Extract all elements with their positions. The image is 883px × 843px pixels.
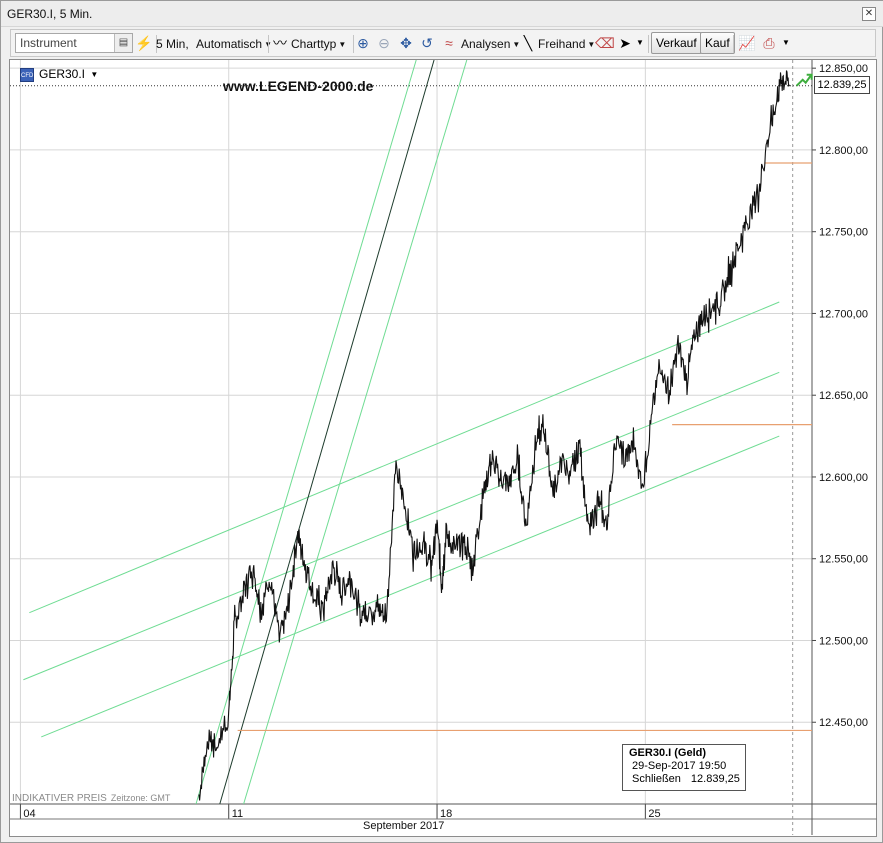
indicative-label: INDIKATIVER PREIS — [12, 793, 107, 804]
steep-green-line-b — [243, 60, 468, 804]
channel-lower-line — [41, 435, 780, 738]
channel-mid-line — [23, 371, 780, 681]
y-tick-label: 12.500,00 — [819, 635, 868, 647]
plot-layer — [23, 60, 812, 804]
cfd-icon: CFD — [20, 67, 34, 82]
chevron-down-icon: ▼ — [90, 69, 99, 79]
steep-trend-line — [219, 60, 435, 804]
y-tick-label: 12.600,00 — [819, 472, 868, 484]
symbol-selector[interactable]: CFD GER30.I ▼ — [20, 66, 98, 82]
x-tick-label: 18 — [440, 808, 452, 820]
trend-up-icon — [795, 75, 812, 87]
info-close-label: Schließen — [632, 773, 681, 785]
symbol-label: GER30.I — [39, 67, 86, 81]
y-tick-label: 12.750,00 — [819, 227, 868, 239]
info-datetime: 29-Sep-2017 19:50 — [632, 760, 727, 772]
info-close-row: Schließen 12.839,25 — [629, 773, 740, 786]
info-close-value: 12.839,25 — [690, 773, 740, 785]
x-tick-label: 04 — [23, 808, 35, 820]
indicative-note: INDIKATIVER PREIS Zeitzone: GMT — [12, 793, 170, 804]
y-tick-label: 12.650,00 — [819, 390, 868, 402]
last-price-flag: 12.839,25 — [814, 76, 870, 94]
price-chart[interactable]: 12.450,00 12.500,00 12.550,00 12.600,00 12.6… — [1, 1, 883, 843]
timezone-label: Zeitzone: GMT — [110, 793, 171, 803]
y-tick-label: 12.800,00 — [819, 145, 868, 157]
y-tick-label: 12.700,00 — [819, 308, 868, 320]
price-series-line — [198, 70, 791, 801]
x-tick-label: 11 — [232, 808, 243, 820]
y-tick-label: 12.450,00 — [819, 717, 868, 729]
x-tick-label: 25 — [648, 808, 660, 820]
info-box: GER30.I (Geld) 29-Sep-2017 19:50 Schließ… — [622, 744, 746, 791]
channel-upper-line — [29, 301, 780, 614]
watermark: www.LEGEND-2000.de — [223, 78, 374, 94]
y-tick-label: 12.850,00 — [819, 63, 868, 75]
month-label: September 2017 — [363, 820, 445, 832]
y-tick-label: 12.550,00 — [819, 554, 868, 566]
chart-window: GER30.I, 5 Min. ✕ Instrument ▤ ⚡ 5 Min, … — [0, 0, 883, 843]
info-title: GER30.I (Geld) — [629, 747, 707, 759]
